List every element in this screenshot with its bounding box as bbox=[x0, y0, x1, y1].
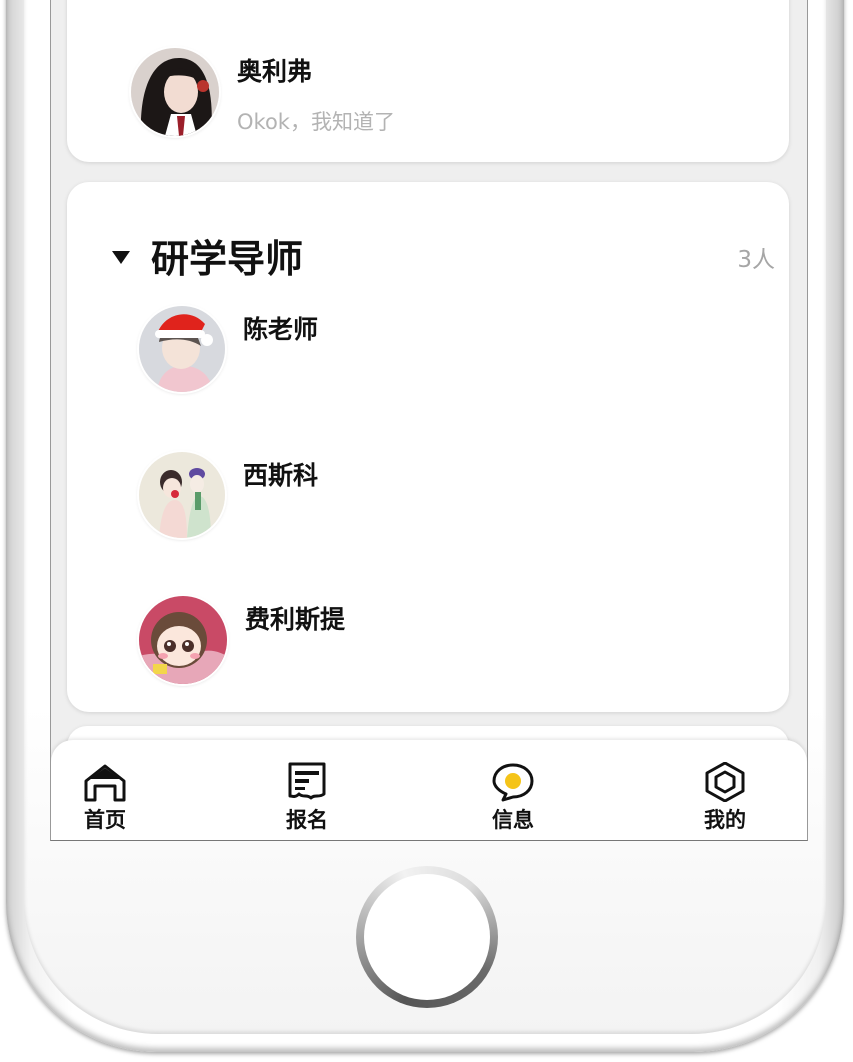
hexagon-profile-icon bbox=[705, 762, 745, 802]
bottom-tab-bar: 首页 报名 信息 我的 bbox=[51, 740, 807, 840]
last-message-preview: Okok，我知道了 bbox=[237, 110, 395, 134]
tab-home-label: 首页 bbox=[84, 808, 126, 832]
tab-profile-label: 我的 bbox=[704, 808, 746, 832]
home-button-face bbox=[364, 874, 490, 1000]
member-name[interactable]: 陈老师 bbox=[243, 310, 318, 346]
group-member-count: 3人 bbox=[737, 247, 775, 273]
member-name[interactable]: 西斯科 bbox=[243, 456, 318, 492]
tab-messages-label: 信息 bbox=[492, 808, 534, 832]
group-card: 研学导师 3人 陈老师 西斯科 费利斯提 bbox=[67, 182, 789, 712]
contact-avatar[interactable] bbox=[131, 48, 219, 136]
member-avatar[interactable] bbox=[139, 452, 225, 538]
group-title: 研学导师 bbox=[151, 237, 304, 281]
collapse-triangle-icon[interactable] bbox=[111, 249, 131, 265]
avatar-image-sketch-couple bbox=[139, 452, 225, 538]
form-icon bbox=[288, 762, 326, 800]
tab-signup[interactable]: 报名 bbox=[267, 762, 347, 836]
contact-name[interactable]: 奥利弗 bbox=[237, 52, 312, 88]
avatar-image-chibi-girl bbox=[139, 596, 227, 684]
tab-home[interactable]: 首页 bbox=[65, 762, 145, 836]
member-avatar[interactable] bbox=[139, 306, 225, 392]
avatar-image-girl-dark-hair bbox=[131, 48, 219, 136]
tab-messages[interactable]: 信息 bbox=[473, 762, 553, 836]
chat-bubble-icon bbox=[492, 763, 534, 802]
member-name[interactable]: 费利斯提 bbox=[245, 600, 345, 636]
tab-signup-label: 报名 bbox=[286, 808, 328, 832]
device-home-button[interactable] bbox=[356, 866, 498, 1008]
home-icon bbox=[84, 764, 126, 802]
tab-profile[interactable]: 我的 bbox=[685, 762, 765, 836]
contact-card: 奥利弗 Okok，我知道了 bbox=[67, 0, 789, 162]
avatar-image-santa-hat bbox=[139, 306, 225, 392]
member-avatar[interactable] bbox=[139, 596, 227, 684]
app-screen: 奥利弗 Okok，我知道了 研学导师 3人 陈老师 西斯科 费利斯提 首页 报名… bbox=[50, 0, 808, 841]
group-header[interactable]: 研学导师 3人 bbox=[111, 234, 775, 284]
device-frame: 奥利弗 Okok，我知道了 研学导师 3人 陈老师 西斯科 费利斯提 首页 报名… bbox=[0, 0, 853, 1062]
